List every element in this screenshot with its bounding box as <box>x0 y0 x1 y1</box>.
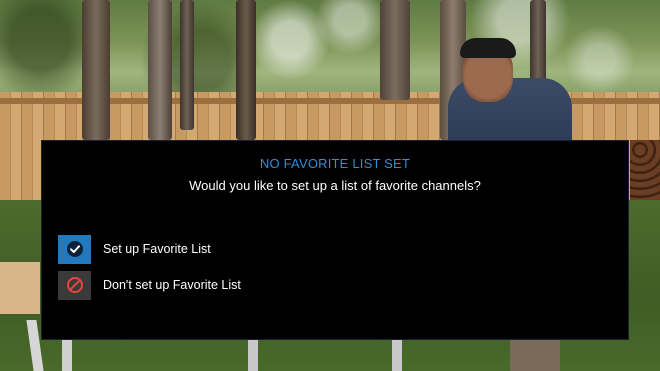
option-label: Set up Favorite List <box>103 242 211 256</box>
tree-trunk <box>148 0 172 140</box>
dialog-title: NO FAVORITE LIST SET <box>259 156 411 171</box>
dialog-message: Would you like to set up a list of favor… <box>189 178 481 193</box>
tree-trunk <box>82 0 110 140</box>
person-hair <box>460 38 516 58</box>
firewood-stack <box>630 140 660 200</box>
checkmark-circle-icon <box>66 241 83 257</box>
favorite-list-dialog: NO FAVORITE LIST SET Would you like to s… <box>41 140 629 340</box>
dont-set-up-favorite-list-option[interactable]: Don't set up Favorite List <box>58 270 418 300</box>
tree-trunk <box>380 0 410 100</box>
option-icon-box <box>58 234 91 264</box>
option-icon-box <box>58 270 91 300</box>
no-entry-icon <box>66 277 83 293</box>
tree-trunk <box>236 0 256 140</box>
set-up-favorite-list-option[interactable]: Set up Favorite List <box>58 234 418 264</box>
tree-trunk <box>180 0 194 130</box>
workbench <box>0 262 40 314</box>
option-label: Don't set up Favorite List <box>103 278 241 292</box>
sawhorse-leg <box>392 335 402 371</box>
sawhorse-leg <box>248 335 258 371</box>
